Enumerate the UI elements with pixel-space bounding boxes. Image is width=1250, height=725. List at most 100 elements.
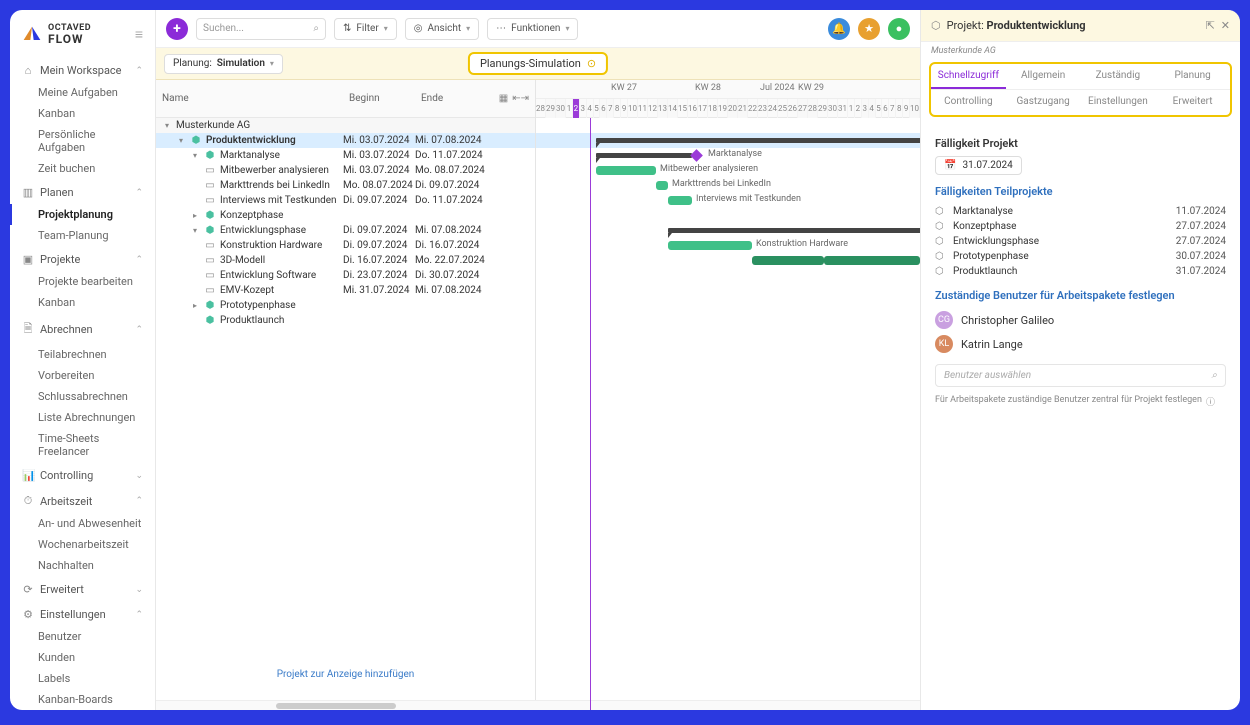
- summary-bar[interactable]: [596, 153, 692, 158]
- subprojects-heading: Fälligkeiten Teilprojekte: [935, 185, 1226, 198]
- subproject-row[interactable]: ⬡Produktlaunch31.07.2024: [935, 264, 1226, 279]
- functions-button[interactable]: ⋯Funktionen▾: [487, 18, 578, 40]
- nav-item[interactable]: Projekte bearbeiten: [10, 271, 155, 292]
- search-input[interactable]: Suchen...⌕: [196, 18, 326, 40]
- expand-icon[interactable]: ⇤⇥: [512, 93, 529, 104]
- table-row[interactable]: ▭3D-ModellDi. 16.07.2024Mo. 22.07.2024: [156, 253, 535, 268]
- create-button[interactable]: +: [166, 18, 188, 40]
- details-tab[interactable]: Planung: [1155, 64, 1230, 89]
- table-row[interactable]: ▭Entwicklung SoftwareDi. 23.07.2024Di. 3…: [156, 268, 535, 283]
- nav-section-controlling[interactable]: 📊Controlling⌄: [10, 464, 155, 487]
- expand-toggle[interactable]: ▸: [190, 211, 200, 220]
- info-icon[interactable]: ⓘ: [1206, 395, 1215, 408]
- timeline-row: Konstruktion Hardware: [536, 238, 920, 253]
- controlling-icon: 📊: [22, 469, 34, 482]
- details-tab[interactable]: Einstellungen: [1081, 90, 1156, 115]
- user-row[interactable]: CGChristopher Galileo: [935, 308, 1226, 332]
- nav-item[interactable]: Benutzer: [10, 626, 155, 647]
- nav-item[interactable]: Persönliche Aufgaben: [10, 124, 155, 158]
- nav-section-abrechnen[interactable]: 🗎Abrechnen⌃: [10, 315, 155, 344]
- expand-toggle[interactable]: ▸: [190, 301, 200, 310]
- expand-toggle[interactable]: ▾: [190, 226, 200, 235]
- summary-bar[interactable]: [596, 138, 920, 143]
- table-row[interactable]: ▭Markttrends bei LinkedInMo. 08.07.2024D…: [156, 178, 535, 193]
- task-bar[interactable]: [596, 166, 656, 175]
- customer-label: Musterkunde AG: [921, 42, 1240, 60]
- table-row[interactable]: ▾Musterkunde AG: [156, 118, 535, 133]
- nav-item[interactable]: Kanban-Boards: [10, 689, 155, 710]
- nav-item[interactable]: Kanban: [10, 292, 155, 313]
- user-search-input[interactable]: Benutzer auswählen⌕: [935, 364, 1226, 387]
- expand-toggle[interactable]: ▾: [176, 136, 186, 145]
- task-bar[interactable]: [668, 196, 692, 205]
- nav-item[interactable]: Nachhalten: [10, 555, 155, 576]
- nav-item[interactable]: Vorbereiten: [10, 365, 155, 386]
- sidebar-toggle-icon[interactable]: ≡: [135, 26, 143, 43]
- table-row[interactable]: ⬢Produktlaunch: [156, 313, 535, 328]
- nav-item[interactable]: Teilabrechnen: [10, 344, 155, 365]
- table-row[interactable]: ▭Mitbewerber analysierenMi. 03.07.2024Mo…: [156, 163, 535, 178]
- task-icon: ▭: [204, 270, 216, 281]
- cube-icon: ⬡: [931, 19, 941, 32]
- horizontal-scrollbar[interactable]: [156, 700, 920, 710]
- subproject-row[interactable]: ⬡Marktanalyse11.07.2024: [935, 204, 1226, 219]
- nav-item[interactable]: Meine Aufgaben: [10, 82, 155, 103]
- view-button[interactable]: ◎Ansicht▾: [405, 18, 479, 40]
- filter-button[interactable]: ⇅Filter▾: [334, 18, 397, 40]
- arbeitszeit-icon: ⏱: [22, 494, 34, 508]
- gantt-timeline[interactable]: KW 27KW 28Jul 2024KW 29 2829301234567891…: [536, 80, 920, 710]
- nav-item[interactable]: Team-Planung: [10, 225, 155, 246]
- nav-section-erweitert[interactable]: ⟳Erweitert⌄: [10, 578, 155, 601]
- details-tab[interactable]: Controlling: [931, 90, 1006, 115]
- task-bar[interactable]: [656, 181, 668, 190]
- task-bar[interactable]: [668, 241, 752, 250]
- task-bar[interactable]: [752, 256, 824, 265]
- close-icon[interactable]: ✕: [1221, 19, 1230, 32]
- details-tab[interactable]: Gastzugang: [1006, 90, 1081, 115]
- planning-selector[interactable]: Planung:Simulation▾: [164, 54, 283, 74]
- details-tab[interactable]: Allgemein: [1006, 64, 1081, 89]
- subproject-row[interactable]: ⬡Prototypenphase30.07.2024: [935, 249, 1226, 264]
- nav-section-einstellungen[interactable]: ⚙Einstellungen⌃: [10, 603, 155, 626]
- nav-section-workspace[interactable]: ⌂Mein Workspace⌃: [10, 59, 155, 82]
- table-row[interactable]: ▭EMV-KozeptMi. 31.07.2024Mi. 07.08.2024: [156, 283, 535, 298]
- expand-toggle[interactable]: ▾: [162, 121, 172, 130]
- table-row[interactable]: ▭Konstruktion HardwareDi. 09.07.2024Di. …: [156, 238, 535, 253]
- nav-section-arbeitszeit[interactable]: ⏱Arbeitszeit⌃: [10, 489, 155, 513]
- table-row[interactable]: ▭Interviews mit TestkundenDi. 09.07.2024…: [156, 193, 535, 208]
- details-tab[interactable]: Erweitert: [1155, 90, 1230, 115]
- table-row[interactable]: ▸⬢Prototypenphase: [156, 298, 535, 313]
- task-bar[interactable]: [824, 256, 920, 265]
- due-date-input[interactable]: 📅31.07.2024: [935, 156, 1022, 175]
- subproject-row[interactable]: ⬡Konzeptphase27.07.2024: [935, 219, 1226, 234]
- nav-item[interactable]: Labels: [10, 668, 155, 689]
- nav-section-planen[interactable]: ▥Planen⌃: [10, 181, 155, 204]
- milestone[interactable]: [690, 149, 703, 162]
- pin-icon[interactable]: ⇱: [1206, 19, 1215, 32]
- nav-item[interactable]: Liste Abrechnungen: [10, 407, 155, 428]
- nav-item[interactable]: Kanban: [10, 103, 155, 124]
- columns-icon[interactable]: ▦: [499, 93, 508, 104]
- summary-bar[interactable]: [668, 228, 920, 233]
- table-row[interactable]: ▸⬢Konzeptphase: [156, 208, 535, 223]
- nav-section-projekte[interactable]: ▣Projekte⌃: [10, 248, 155, 271]
- expand-toggle[interactable]: ▾: [190, 151, 200, 160]
- help-button[interactable]: ★: [858, 18, 880, 40]
- subproject-row[interactable]: ⬡Entwicklungsphase27.07.2024: [935, 234, 1226, 249]
- table-row[interactable]: ▾⬢ProduktentwicklungMi. 03.07.2024Mi. 07…: [156, 133, 535, 148]
- table-row[interactable]: ▾⬢EntwicklungsphaseDi. 09.07.2024Mi. 07.…: [156, 223, 535, 238]
- details-tab[interactable]: Zuständig: [1081, 64, 1156, 89]
- notifications-button[interactable]: 🔔: [828, 18, 850, 40]
- user-row[interactable]: KLKatrin Lange: [935, 332, 1226, 356]
- nav-item[interactable]: Kunden: [10, 647, 155, 668]
- nav-item[interactable]: An- und Abwesenheit: [10, 513, 155, 534]
- nav-item[interactable]: Zeit buchen: [10, 158, 155, 179]
- nav-item[interactable]: Schlussabrechnen: [10, 386, 155, 407]
- table-row[interactable]: ▾⬢MarktanalyseMi. 03.07.2024Do. 11.07.20…: [156, 148, 535, 163]
- user-avatar-button[interactable]: ●: [888, 18, 910, 40]
- details-tab[interactable]: Schnellzugriff: [931, 64, 1006, 89]
- planning-bar: Planung:Simulation▾ Planungs-Simulation⊙: [156, 48, 920, 80]
- nav-item[interactable]: Projektplanung: [10, 204, 155, 225]
- nav-item[interactable]: Time-Sheets Freelancer: [10, 428, 155, 462]
- nav-item[interactable]: Wochenarbeitszeit: [10, 534, 155, 555]
